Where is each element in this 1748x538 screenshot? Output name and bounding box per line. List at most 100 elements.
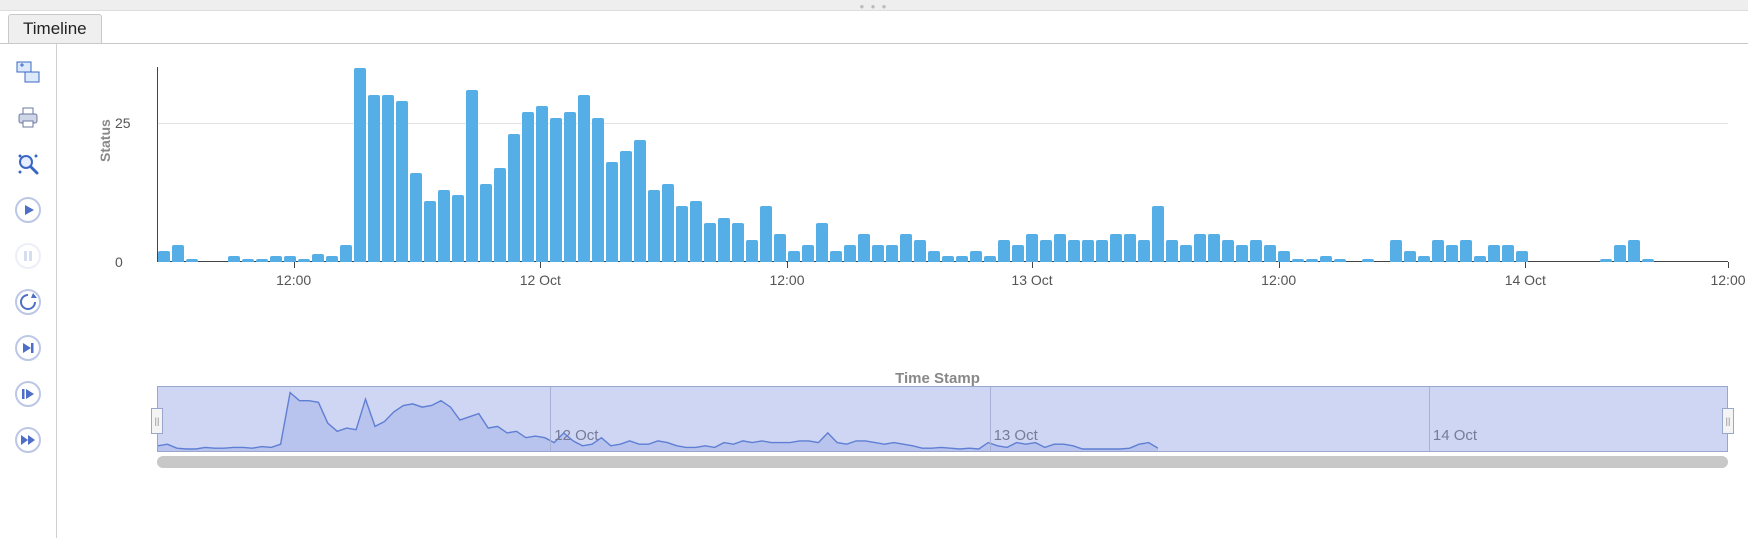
screenshot-icon [14,58,42,86]
chart-bar [914,240,926,262]
x-tick-label: 14 Oct [1505,272,1546,288]
step-continuous-icon [14,380,42,408]
x-tick-mark [1525,262,1526,268]
chart-bar [1628,240,1640,262]
x-tick-label: 12 Oct [520,272,561,288]
chart-bar [830,251,842,262]
chart-bar [998,240,1010,262]
tab-strip: Timeline [0,11,1748,44]
chart: Status 025 12:0012 Oct12:0013 Oct12:0014… [147,62,1728,362]
chart-bar [1152,206,1164,262]
chart-bar [1068,240,1080,262]
pause-button[interactable] [10,238,46,274]
fast-forward-button[interactable] [10,422,46,458]
chart-bar [340,245,352,262]
overview-tick-label: 13 Oct [994,427,1038,444]
chart-bar [1194,234,1206,262]
chart-bar [1124,234,1136,262]
chart-bar [1110,234,1122,262]
chart-bar [1208,234,1220,262]
chart-bar [1012,245,1024,262]
x-tick-mark [540,262,541,268]
chart-bar [1502,245,1514,262]
chart-bar [1236,245,1248,262]
overview-tick-label: 12 Oct [554,427,598,444]
step-forward-icon [14,334,42,362]
chart-bar [634,140,646,262]
chart-bar [550,118,562,262]
toolbar [0,44,57,538]
y-tick-label: 25 [115,115,131,131]
chart-bar [494,168,506,262]
chart-bar [592,118,604,262]
overview-handle-left[interactable]: || [151,408,163,434]
x-tick-mark [1032,262,1033,268]
chart-bar [900,234,912,262]
overview-handle-right[interactable]: || [1722,408,1734,434]
chart-bar [1446,245,1458,262]
chart-bar [872,245,884,262]
x-tick-mark [1279,262,1280,268]
chart-bar [844,245,856,262]
print-icon [14,104,42,132]
chart-bar [382,95,394,262]
chart-bar [1432,240,1444,262]
chart-bar [886,245,898,262]
chart-bar [508,134,520,262]
x-tick-mark [787,262,788,268]
chart-bar [718,218,730,262]
top-divider: ● ● ● [0,0,1748,11]
step-forward-button[interactable] [10,330,46,366]
x-tick-label: 12:00 [1710,272,1745,288]
chart-bar [606,162,618,262]
screenshot-button[interactable] [10,54,46,90]
chart-bar [802,245,814,262]
print-button[interactable] [10,100,46,136]
pause-icon [14,242,42,270]
zoom-button[interactable] [10,146,46,182]
overview-gridline [550,387,551,451]
horizontal-scrollbar[interactable] [157,456,1728,468]
tab-timeline[interactable]: Timeline [8,14,102,43]
chart-bar [746,240,758,262]
x-axis-label: Time Stamp [147,370,1728,387]
chart-bar [312,254,324,262]
chart-bar [690,201,702,262]
main-area: Status 025 12:0012 Oct12:0013 Oct12:0014… [57,44,1748,538]
chart-bar [1264,245,1276,262]
overview-gridline [1429,387,1430,451]
chart-bar [970,251,982,262]
chart-bar [480,184,492,262]
chart-bar [536,106,548,262]
chart-bar [396,101,408,262]
chart-bar [1082,240,1094,262]
chart-bar [1166,240,1178,262]
chart-bar [1054,234,1066,262]
chart-bar [158,251,170,262]
overview-gridline [990,387,991,451]
chart-bar [1404,251,1416,262]
play-button[interactable] [10,192,46,228]
refresh-button[interactable] [10,284,46,320]
chart-bar [368,95,380,262]
chart-bar [1222,240,1234,262]
overview-strip[interactable]: 12 Oct13 Oct14 Oct || || [157,386,1728,450]
chart-bar [424,201,436,262]
chart-bar [774,234,786,262]
chart-bar [1250,240,1262,262]
y-axis-label: Status [97,119,113,162]
chart-bar [648,190,660,262]
zoom-icon [14,150,42,178]
chart-bar [578,95,590,262]
chart-bar [704,223,716,262]
step-continuous-button[interactable] [10,376,46,412]
chart-bar [676,206,688,262]
chart-bar [452,195,464,262]
chart-bar [662,184,674,262]
x-tick-label: 12:00 [1261,272,1296,288]
chart-bar [1278,251,1290,262]
fast-forward-icon [14,426,42,454]
overview-tick-label: 14 Oct [1433,427,1477,444]
plot-area[interactable]: 12:0012 Oct12:0013 Oct12:0014 Oct12:00 [157,62,1728,262]
play-icon [14,196,42,224]
